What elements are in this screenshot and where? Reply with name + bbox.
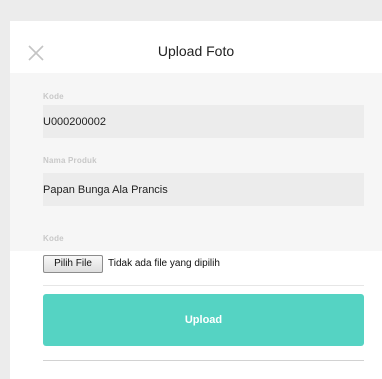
- kode-label: Kode: [43, 92, 64, 101]
- upload-photo-modal: Upload Foto Kode U000200002 Nama Produk …: [10, 21, 382, 379]
- nama-produk-value: Papan Bunga Ala Prancis: [43, 184, 168, 196]
- choose-file-button[interactable]: Pilih File: [43, 255, 103, 273]
- upload-button[interactable]: Upload: [43, 294, 364, 346]
- kode-value: U000200002: [43, 116, 107, 128]
- modal-title: Upload Foto: [157, 43, 235, 59]
- bottom-divider: [43, 360, 364, 361]
- file-label: Kode: [43, 234, 64, 243]
- divider: [43, 285, 364, 286]
- modal-header: Upload Foto: [10, 21, 382, 73]
- nama-produk-label: Nama Produk: [43, 156, 97, 165]
- file-status-text: Tidak ada file yang dipilih: [108, 258, 220, 269]
